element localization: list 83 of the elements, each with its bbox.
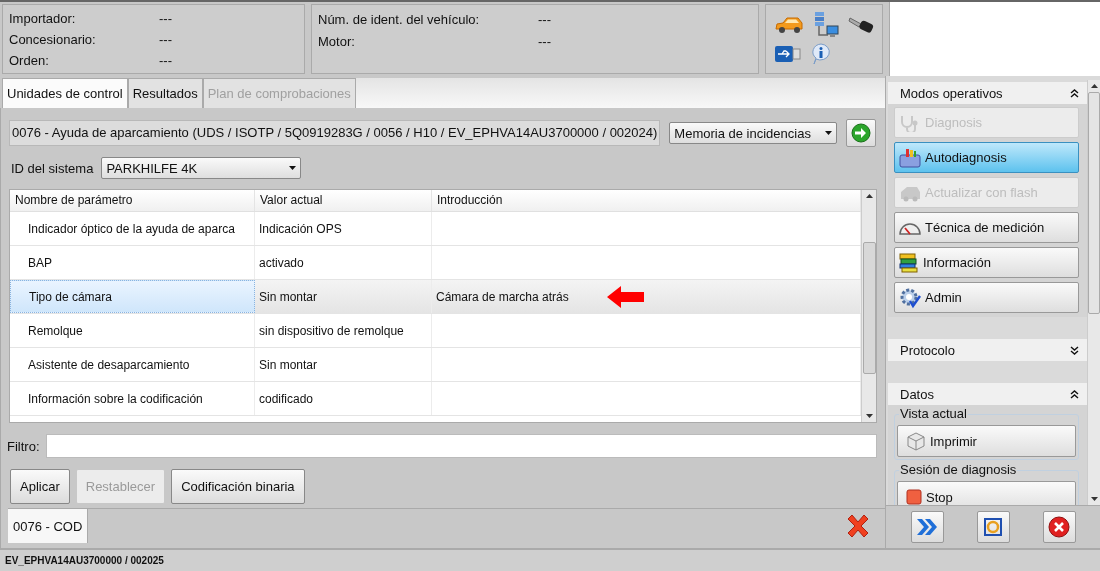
- double-chevron-icon: [916, 518, 938, 536]
- frame-button[interactable]: [976, 511, 1010, 543]
- table-cell: Información sobre la codificación: [28, 391, 203, 406]
- frame-icon: [982, 516, 1004, 538]
- control-unit-field: 0076 - Ayuda de aparcamiento (UDS / ISOTP / 5Q0919283G / 0056 / H10 / EV_EPHVA14AU3700000 / 002024): [9, 120, 661, 146]
- filter-label: Filtro:: [7, 438, 40, 454]
- collapse-icon: [1070, 389, 1079, 399]
- close-icon[interactable]: [845, 513, 871, 539]
- toolbox-icon: [899, 147, 921, 168]
- books-icon: [899, 252, 919, 273]
- table-row[interactable]: Información sobre la codificación codificado: [10, 382, 861, 416]
- tab[interactable]: Resultados: [127, 78, 203, 108]
- group-title: Sesión de diagnosis: [899, 462, 1018, 477]
- table-row[interactable]: Indicador óptico de la ayuda de aparca Indicación OPS: [10, 212, 861, 246]
- system-id-label: ID del sistema: [11, 160, 94, 176]
- column-header[interactable]: Nombre de parámetro: [10, 190, 255, 211]
- forward-button[interactable]: [910, 511, 944, 543]
- data-button[interactable]: Stop: [897, 481, 1076, 505]
- scroll-down-icon[interactable]: [865, 414, 873, 418]
- mode-button[interactable]: Técnica de medición: [894, 212, 1079, 243]
- action-button[interactable]: Codificación binaria: [171, 469, 305, 504]
- field-label: Motor:: [318, 33, 356, 49]
- system-id-dropdown[interactable]: PARKHILFE 4K: [101, 157, 302, 179]
- table-cell: Remolque: [28, 323, 83, 338]
- field-value: ---: [538, 33, 551, 49]
- table-cell: sin dispositivo de remolque: [259, 323, 404, 338]
- field-label: Concesionario:: [9, 32, 97, 47]
- car-icon[interactable]: [774, 15, 804, 35]
- section-header[interactable]: Modos operativos: [888, 82, 1087, 104]
- close-icon: [1048, 516, 1070, 538]
- status-bar: EV_EPHVA14AU3700000 / 002025: [0, 548, 1100, 571]
- usb-icon[interactable]: [774, 45, 802, 63]
- function-dropdown[interactable]: Memoria de incidencias: [669, 122, 838, 144]
- scroll-up-icon[interactable]: [865, 194, 873, 198]
- filter-field[interactable]: [45, 434, 877, 458]
- table-cell: Sin montar: [259, 289, 318, 304]
- section-header[interactable]: Protocolo: [888, 339, 1087, 361]
- table-cell: Asistente de desaparcamiento: [28, 357, 190, 372]
- tab[interactable]: Unidades de control: [2, 78, 128, 108]
- field-label: Núm. de ident. del vehículo:: [318, 11, 481, 27]
- scrollbar[interactable]: [1087, 80, 1100, 505]
- go-button[interactable]: [846, 119, 877, 147]
- data-button[interactable]: Imprimir: [897, 425, 1076, 457]
- key-icon[interactable]: [848, 14, 876, 36]
- info-icon[interactable]: [810, 43, 832, 65]
- collapse-icon: [1070, 88, 1079, 98]
- mode-button[interactable]: Información: [894, 247, 1079, 278]
- scroll-up-icon[interactable]: [1090, 84, 1098, 88]
- table-row[interactable]: Remolque sin dispositivo de remolque: [10, 314, 861, 348]
- section-header[interactable]: Datos: [888, 383, 1087, 405]
- field-value: ---: [538, 11, 551, 27]
- caret-icon: [825, 131, 833, 135]
- tab[interactable]: 0076 - COD: [8, 509, 89, 543]
- field-value: ---: [159, 11, 172, 26]
- table-cell: Cámara de marcha atrás: [436, 289, 569, 304]
- table-cell: activado: [259, 255, 304, 270]
- field-label: Importador:: [9, 11, 77, 26]
- gear-icon: [899, 286, 921, 309]
- field-value: ---: [159, 53, 172, 68]
- scrollbar[interactable]: [861, 190, 876, 422]
- action-button[interactable]: Aplicar: [10, 469, 70, 504]
- table-cell: Tipo de cámara: [29, 289, 112, 304]
- table-cell: Indicación OPS: [259, 221, 342, 236]
- scroll-down-icon[interactable]: [1090, 497, 1098, 501]
- caret-icon: [289, 166, 297, 170]
- arrow-right-icon: [851, 123, 872, 143]
- field-label: Orden:: [9, 53, 50, 68]
- table-cell: codificado: [259, 391, 314, 406]
- close-button[interactable]: [1042, 511, 1076, 543]
- column-header[interactable]: Valor actual: [255, 190, 432, 211]
- mode-button[interactable]: Autodiagnosis: [894, 142, 1079, 173]
- mode-button[interactable]: Admin: [894, 282, 1079, 313]
- group-title: Vista actual: [899, 406, 968, 421]
- expand-icon: [1070, 345, 1079, 355]
- field-value: ---: [159, 32, 172, 47]
- table-cell: Sin montar: [259, 357, 318, 372]
- table-cell: Indicador óptico de la ayuda de aparca: [28, 221, 235, 236]
- table-row[interactable]: Asistente de desaparcamiento Sin montar: [10, 348, 861, 382]
- stop-icon: [906, 489, 922, 505]
- table-row[interactable]: Tipo de cámara Sin montar Cámara de marcha atrás: [10, 280, 861, 314]
- table-cell: BAP: [28, 255, 52, 270]
- server-network-icon[interactable]: [812, 11, 840, 39]
- cube-icon: [906, 431, 926, 451]
